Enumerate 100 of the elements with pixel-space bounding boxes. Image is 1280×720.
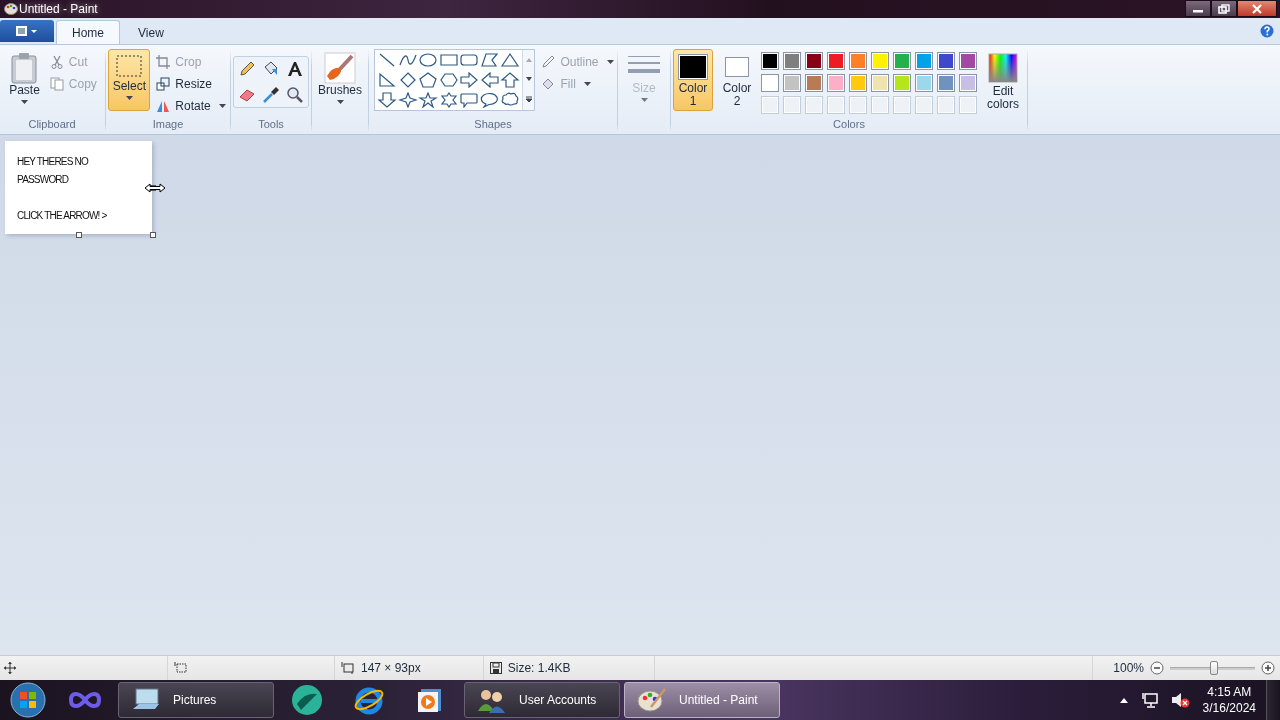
color-swatch[interactable] xyxy=(893,52,911,70)
taskbar-button[interactable]: User Accounts xyxy=(464,682,620,718)
group-label: Image xyxy=(152,118,184,132)
color-swatch[interactable] xyxy=(849,74,867,92)
color-swatch[interactable] xyxy=(761,74,779,92)
caret-icon xyxy=(640,98,648,102)
caret-icon xyxy=(606,60,614,64)
select-button[interactable]: Select xyxy=(108,49,151,111)
curve-icon[interactable] xyxy=(398,52,418,68)
scissors-icon xyxy=(49,55,64,69)
color-swatch[interactable] xyxy=(959,74,977,92)
resize-handle[interactable] xyxy=(76,232,82,238)
rounded-callout-icon[interactable] xyxy=(459,92,480,108)
color-swatch[interactable] xyxy=(805,74,823,92)
close-button[interactable] xyxy=(1237,0,1277,17)
empty-swatch[interactable] xyxy=(783,96,801,114)
oval-callout-icon[interactable] xyxy=(480,92,500,108)
color-swatch[interactable] xyxy=(915,52,933,70)
cloud-callout-icon[interactable] xyxy=(500,92,521,108)
help-icon[interactable] xyxy=(1260,24,1274,38)
diamond-icon[interactable] xyxy=(398,72,418,88)
image-size-icon xyxy=(341,662,355,674)
color-swatch[interactable] xyxy=(805,52,823,70)
color-button[interactable]: Color 1 xyxy=(673,49,713,111)
empty-swatch[interactable] xyxy=(959,96,977,114)
empty-swatch[interactable] xyxy=(827,96,845,114)
save-icon xyxy=(489,662,502,674)
rotate-button[interactable]: Rotate xyxy=(154,96,228,116)
group-label: Colors xyxy=(833,118,865,132)
right-arrow-icon[interactable] xyxy=(459,72,480,88)
color-swatch[interactable] xyxy=(783,74,801,92)
zoom-out-icon[interactable] xyxy=(1150,661,1164,675)
empty-swatch[interactable] xyxy=(893,96,911,114)
slider-thumb[interactable] xyxy=(1210,661,1219,675)
color-swatch[interactable] xyxy=(761,52,779,70)
clock-date[interactable]: 3/16/2024 xyxy=(1202,700,1256,716)
polygon-icon[interactable] xyxy=(480,52,500,68)
hexagon-icon[interactable] xyxy=(439,72,459,88)
down-arrow-icon[interactable] xyxy=(377,92,398,108)
caret-icon xyxy=(336,100,344,104)
file-size: Size: 1.4KB xyxy=(507,661,571,675)
color-spectrum-icon xyxy=(988,53,1018,83)
caret-icon xyxy=(21,100,28,104)
group-label: Clipboard xyxy=(28,118,76,132)
color-swatch[interactable] xyxy=(827,74,845,92)
ribbon-tab[interactable]: View xyxy=(122,20,180,44)
color-swatch[interactable] xyxy=(871,52,889,70)
color-swatch[interactable] xyxy=(959,52,977,70)
file-menu-button[interactable] xyxy=(0,20,54,42)
show-hidden-icons-icon[interactable] xyxy=(1118,696,1129,704)
minimize-button[interactable] xyxy=(1185,0,1211,17)
up-arrow-icon[interactable] xyxy=(500,72,521,88)
paste-button[interactable]: Paste xyxy=(5,49,44,107)
zoom-slider[interactable] xyxy=(1170,661,1255,675)
color-swatch[interactable] xyxy=(849,52,867,70)
show-desktop-button[interactable] xyxy=(1266,680,1280,720)
taskbar-button[interactable]: Untitled - Paint xyxy=(624,682,780,718)
crop-icon xyxy=(156,55,171,69)
color-swatch[interactable] xyxy=(871,74,889,92)
empty-swatch[interactable] xyxy=(915,96,933,114)
resize-handle[interactable] xyxy=(150,232,156,238)
color-button[interactable]: Color 2 xyxy=(717,49,757,111)
brushes-button[interactable]: Brushes xyxy=(314,49,366,107)
five-point-star-icon[interactable] xyxy=(418,92,439,108)
resize-cursor-icon xyxy=(144,183,166,193)
pentagon-icon[interactable] xyxy=(418,72,439,88)
empty-swatch[interactable] xyxy=(761,96,779,114)
expand-icon[interactable] xyxy=(525,96,533,104)
zoom-in-icon[interactable] xyxy=(1261,661,1275,675)
selection-size-icon xyxy=(174,662,188,674)
ribbon-tab[interactable]: Home xyxy=(56,20,120,44)
close-icon xyxy=(1251,3,1263,14)
restore-button[interactable] xyxy=(1211,0,1237,17)
taskbar-button[interactable]: Pictures xyxy=(118,682,274,718)
edit-colors-button[interactable]: Edit colors xyxy=(981,49,1025,114)
color-swatch[interactable] xyxy=(783,52,801,70)
left-arrow-icon[interactable] xyxy=(480,72,500,88)
four-point-star-icon[interactable] xyxy=(398,92,418,108)
triangle-icon[interactable] xyxy=(500,52,521,68)
scroll-down-icon[interactable] xyxy=(525,76,533,83)
selection-icon xyxy=(114,52,145,80)
color-swatch[interactable] xyxy=(893,74,911,92)
six-point-star-icon[interactable] xyxy=(439,92,459,108)
resize-button[interactable]: Resize xyxy=(154,74,228,94)
color-swatch[interactable] xyxy=(827,52,845,70)
color-swatch[interactable] xyxy=(937,74,955,92)
color-swatch[interactable] xyxy=(915,74,933,92)
right-triangle-icon[interactable] xyxy=(377,72,398,88)
empty-swatch[interactable] xyxy=(871,96,889,114)
rectangle-icon[interactable] xyxy=(439,52,459,68)
caret-icon xyxy=(218,104,226,108)
empty-swatch[interactable] xyxy=(937,96,955,114)
clock-time[interactable]: 4:15 AM xyxy=(1207,684,1252,700)
muted-speaker-icon[interactable] xyxy=(1170,691,1191,709)
caret-icon xyxy=(125,96,133,100)
empty-swatch[interactable] xyxy=(849,96,867,114)
network-icon[interactable] xyxy=(1140,691,1159,709)
empty-swatch[interactable] xyxy=(805,96,823,114)
restore-icon xyxy=(1218,3,1230,14)
color-swatch[interactable] xyxy=(937,52,955,70)
